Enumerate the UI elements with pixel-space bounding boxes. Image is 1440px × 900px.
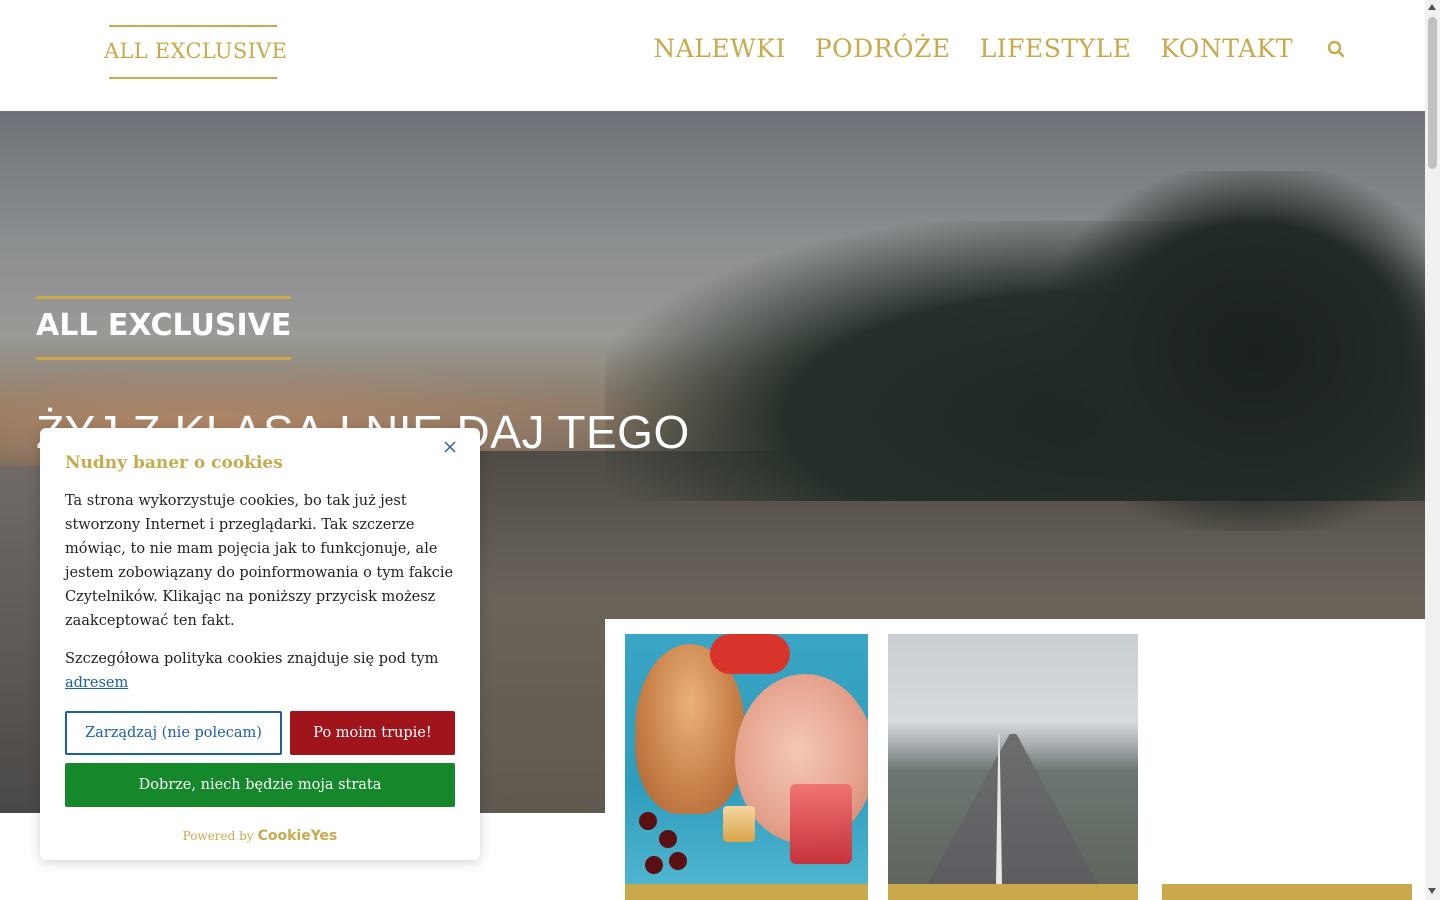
page-scrollbar[interactable] [1425,0,1440,900]
logo-text: ALL EXCLUSIVE [104,39,288,63]
hero-title: ALL EXCLUSIVE [36,296,291,360]
site-logo[interactable]: ALL EXCLUSIVE [104,25,288,79]
powered-by: Powered by CookieYes [40,828,480,844]
cookie-policy-text: Szczegółowa polityka cookies znajduje si… [65,651,439,667]
starfish-image [710,634,790,674]
scrollbar-thumb[interactable] [1428,17,1437,169]
cookie-banner-title: Nudny baner o cookies [65,453,283,473]
road-image [928,734,1098,884]
powered-by-label: Powered by [182,829,254,843]
nav-item-podroze[interactable]: PODRÓŻE [815,34,951,63]
post-card[interactable] [1162,634,1412,900]
post-thumbnail[interactable] [1162,634,1412,884]
hero-title-top-rule [36,296,291,299]
nav-item-kontakt[interactable]: KONTAKT [1160,34,1293,63]
post-card[interactable] [625,634,868,900]
featured-posts [605,619,1425,900]
cherry-image [669,852,687,870]
search-icon[interactable] [1327,40,1345,58]
cherry-image [639,812,657,830]
logo-top-rule [109,25,277,27]
post-label-bar [888,884,1138,900]
site-header: ALL EXCLUSIVE NALEWKI PODRÓŻE LIFESTYLE … [0,0,1425,111]
post-thumbnail[interactable] [888,634,1138,884]
post-label-bar [1162,884,1412,900]
cookie-policy-note: Szczegółowa polityka cookies znajduje si… [65,647,460,695]
cookie-banner-description: Ta strona wykorzystuje cookies, bo tak j… [65,493,454,629]
post-label-bar [625,884,868,900]
scroll-up-arrow-icon[interactable] [1428,4,1436,10]
main-nav: NALEWKI PODRÓŻE LIFESTYLE KONTAKT [624,34,1345,63]
nav-item-nalewki[interactable]: NALEWKI [653,34,786,63]
liqueur-glass-image [790,784,852,864]
scroll-down-arrow-icon[interactable] [1428,888,1436,894]
reject-cookies-button[interactable]: Po moim trupie! [290,711,455,755]
close-icon[interactable] [444,438,458,453]
accept-cookies-button[interactable]: Dobrze, niech będzie moja strata [65,763,455,807]
cherry-image [645,856,663,874]
hero-title-bottom-rule [36,357,291,360]
nav-item-lifestyle[interactable]: LIFESTYLE [980,34,1132,63]
post-card[interactable] [888,634,1138,900]
logo-bottom-rule [109,77,277,79]
shot-glass-image [723,806,755,842]
hero-title-text: ALL EXCLUSIVE [36,308,292,343]
cookieyes-logo[interactable]: CookieYes [258,828,338,844]
hero-trees-right [1045,171,1425,531]
cookie-banner: Nudny baner o cookies Ta strona wykorzys… [40,428,480,860]
manage-cookies-button[interactable]: Zarządzaj (nie polecam) [65,711,282,755]
post-thumbnail[interactable] [625,634,868,884]
cookie-policy-link[interactable]: adresem [65,675,128,691]
cherry-image [659,830,677,848]
